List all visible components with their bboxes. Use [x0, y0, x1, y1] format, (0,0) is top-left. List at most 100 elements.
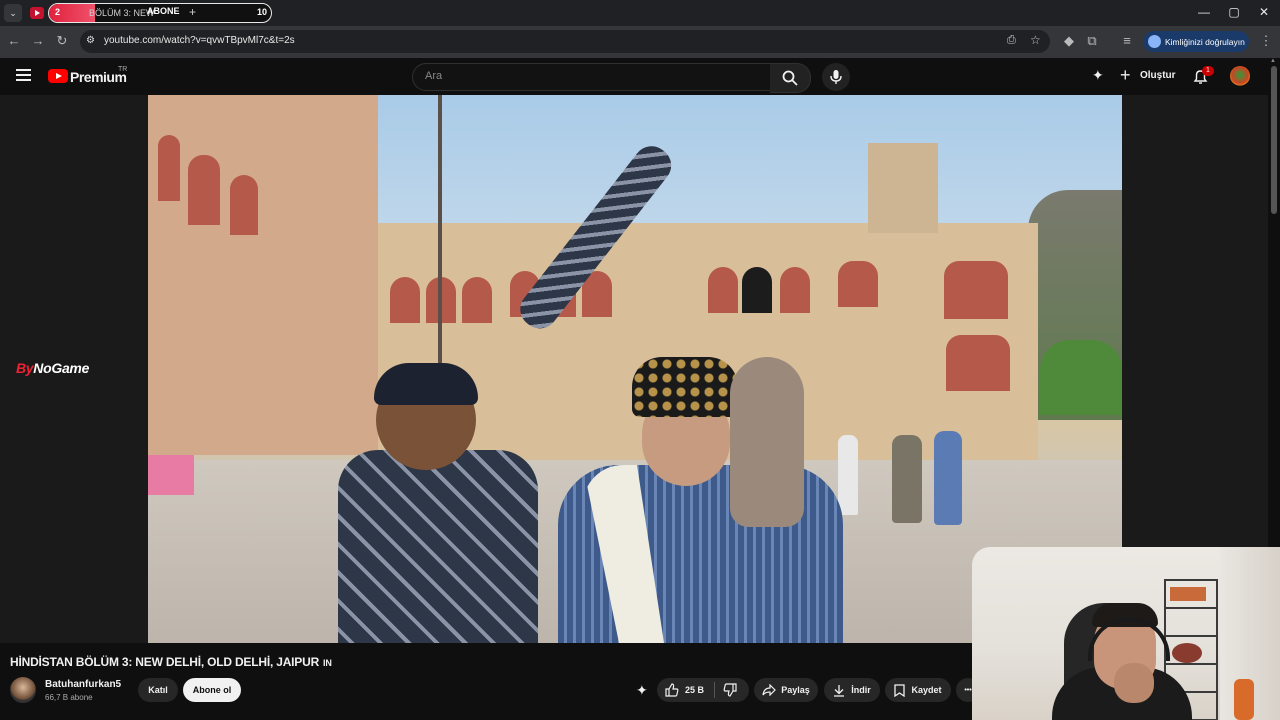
streamer-webcam [972, 547, 1280, 720]
subscribe-button[interactable]: Abone ol [183, 678, 241, 702]
sparkle-icon[interactable]: ✦ [1092, 67, 1104, 84]
close-window-button[interactable]: ✕ [1254, 5, 1274, 19]
download-arrow-icon [834, 684, 845, 697]
tree-image [1040, 340, 1122, 415]
palace-tower-image [868, 143, 938, 233]
share-label: Paylaş [781, 685, 810, 695]
join-button[interactable]: Katıl [138, 678, 178, 702]
arch-window [946, 335, 1010, 391]
channel-avatar[interactable] [10, 677, 36, 703]
download-label: İndir [851, 685, 871, 695]
scroll-up-arrow-icon[interactable]: ▲ [1270, 58, 1276, 64]
country-code: TR [118, 66, 128, 73]
microphone-icon [830, 70, 842, 84]
account-avatar[interactable] [1230, 66, 1250, 86]
arch-window [780, 267, 810, 313]
arch-window [944, 261, 1008, 319]
orange-bottle-image [1234, 679, 1254, 720]
arch-window [390, 277, 420, 323]
browser-tab-bar: ⌄ 2 BÖLÜM 3: NEW ABONE + 10 — ▢ ✕ [0, 0, 1280, 26]
arch-window [230, 175, 258, 235]
tab-abone-label: ABONE [147, 6, 180, 16]
tab-title: BÖLÜM 3: NEW [89, 8, 155, 18]
forward-arrow-icon[interactable]: → [29, 33, 47, 48]
arch-window [188, 155, 220, 225]
like-thumb-icon[interactable] [665, 683, 679, 697]
save-label: Kaydet [911, 685, 942, 695]
save-button[interactable]: Kaydet [885, 678, 951, 702]
bystander-image [934, 431, 962, 525]
shelf-items-image [1172, 643, 1202, 663]
man-hair-image [374, 363, 478, 405]
man-plaid-shirt-image [338, 450, 538, 643]
tab-number: 10 [257, 7, 268, 17]
extension-diamond-icon[interactable]: ◆ [1060, 33, 1078, 49]
bynogame-watermark: ByNoGame [16, 360, 89, 376]
channel-name[interactable]: Batuhanfurkan5 [45, 679, 121, 690]
scrollbar-thumb[interactable] [1271, 66, 1277, 214]
maximize-button[interactable]: ▢ [1224, 5, 1244, 19]
pole-image [438, 95, 442, 365]
youtube-logo-icon[interactable] [48, 69, 68, 83]
tab-search-chevron-icon[interactable]: ⌄ [4, 4, 22, 22]
back-arrow-icon[interactable]: ← [5, 33, 23, 48]
new-tab-plus-icon[interactable]: + [189, 5, 196, 19]
video-title-text: HİNDİSTAN BÖLÜM 3: NEW DELHİ, OLD DELHİ,… [10, 655, 320, 669]
like-dislike-group: 25 B [657, 678, 749, 702]
bookmark-star-icon[interactable]: ☆ [1030, 33, 1041, 47]
tab-count: 2 [55, 7, 61, 17]
verify-identity-label: Kimliğinizi doğrulayın [1165, 36, 1245, 47]
bookmark-save-icon [894, 683, 906, 697]
dislike-thumb-icon[interactable] [723, 683, 737, 697]
search-placeholder: Ara [425, 70, 443, 82]
browser-toolbar: ← → ↻ ⚙ youtube.com/watch?v=qvwTBpvMl7c&… [0, 26, 1280, 58]
like-count[interactable]: 25 B [685, 685, 704, 695]
create-label: Oluştur [1140, 70, 1176, 81]
verify-identity-button[interactable]: Kimliğinizi doğrulayın [1143, 31, 1249, 52]
site-info-icon[interactable]: ⚙ [86, 35, 95, 46]
extensions-puzzle-icon[interactable]: ⧉ [1083, 33, 1101, 49]
download-button[interactable]: İndir [824, 678, 880, 702]
share-arrow-icon [762, 684, 777, 696]
arch-window [838, 261, 878, 307]
arch-doorway [742, 267, 772, 313]
minimize-button[interactable]: — [1194, 5, 1214, 19]
youtube-favicon-icon [30, 7, 44, 19]
streamer-hand-image [1114, 663, 1154, 703]
like-divider [714, 682, 716, 698]
profile-icon [1148, 35, 1161, 48]
pink-bench-image [148, 455, 194, 495]
bucket-hat-image [632, 357, 738, 417]
address-bar[interactable]: ⚙ youtube.com/watch?v=qvwTBpvMl7c&t=2s ⎙… [80, 30, 1050, 53]
palace-left-wing-image [148, 95, 378, 455]
arch-window [462, 277, 492, 323]
search-icon [782, 70, 798, 86]
voice-search-button[interactable] [822, 63, 850, 91]
title-flag-code: IN [323, 658, 332, 668]
url-text[interactable]: youtube.com/watch?v=qvwTBpvMl7c&t=2s [104, 35, 295, 46]
plus-icon: + [1120, 65, 1131, 85]
notification-badge: 1 [1202, 66, 1214, 76]
media-queue-icon[interactable]: ≡ [1118, 33, 1136, 48]
arch-window [708, 267, 738, 313]
create-button[interactable]: + Oluştur [1120, 64, 1176, 88]
install-app-icon[interactable]: ⎙ [1007, 34, 1016, 47]
bystander-image [838, 435, 858, 515]
video-title: HİNDİSTAN BÖLÜM 3: NEW DELHİ, OLD DELHİ,… [10, 655, 332, 669]
monkey-image [730, 357, 804, 527]
arch-window [158, 135, 180, 201]
share-button[interactable]: Paylaş [754, 678, 818, 702]
browser-menu-icon[interactable]: ⋮ [1257, 33, 1275, 49]
shelf-items-image [1170, 587, 1206, 601]
youtube-masthead: Premium TR Ara ✦ + Oluştur 1 [0, 58, 1280, 96]
bystander-image [892, 435, 922, 523]
watermark-prefix: By [16, 360, 34, 376]
watermark-suffix: NoGame [33, 360, 90, 376]
search-input[interactable]: Ara [412, 63, 772, 91]
search-button[interactable] [770, 63, 811, 93]
tab-overlay-pill[interactable]: 2 BÖLÜM 3: NEW ABONE + 10 [48, 3, 272, 23]
subscriber-count: 66,7 B abone [45, 693, 93, 702]
reload-icon[interactable]: ↻ [53, 33, 71, 49]
hamburger-menu-icon[interactable] [16, 69, 31, 81]
sparkle-ask-icon[interactable]: ✦ [636, 682, 648, 699]
